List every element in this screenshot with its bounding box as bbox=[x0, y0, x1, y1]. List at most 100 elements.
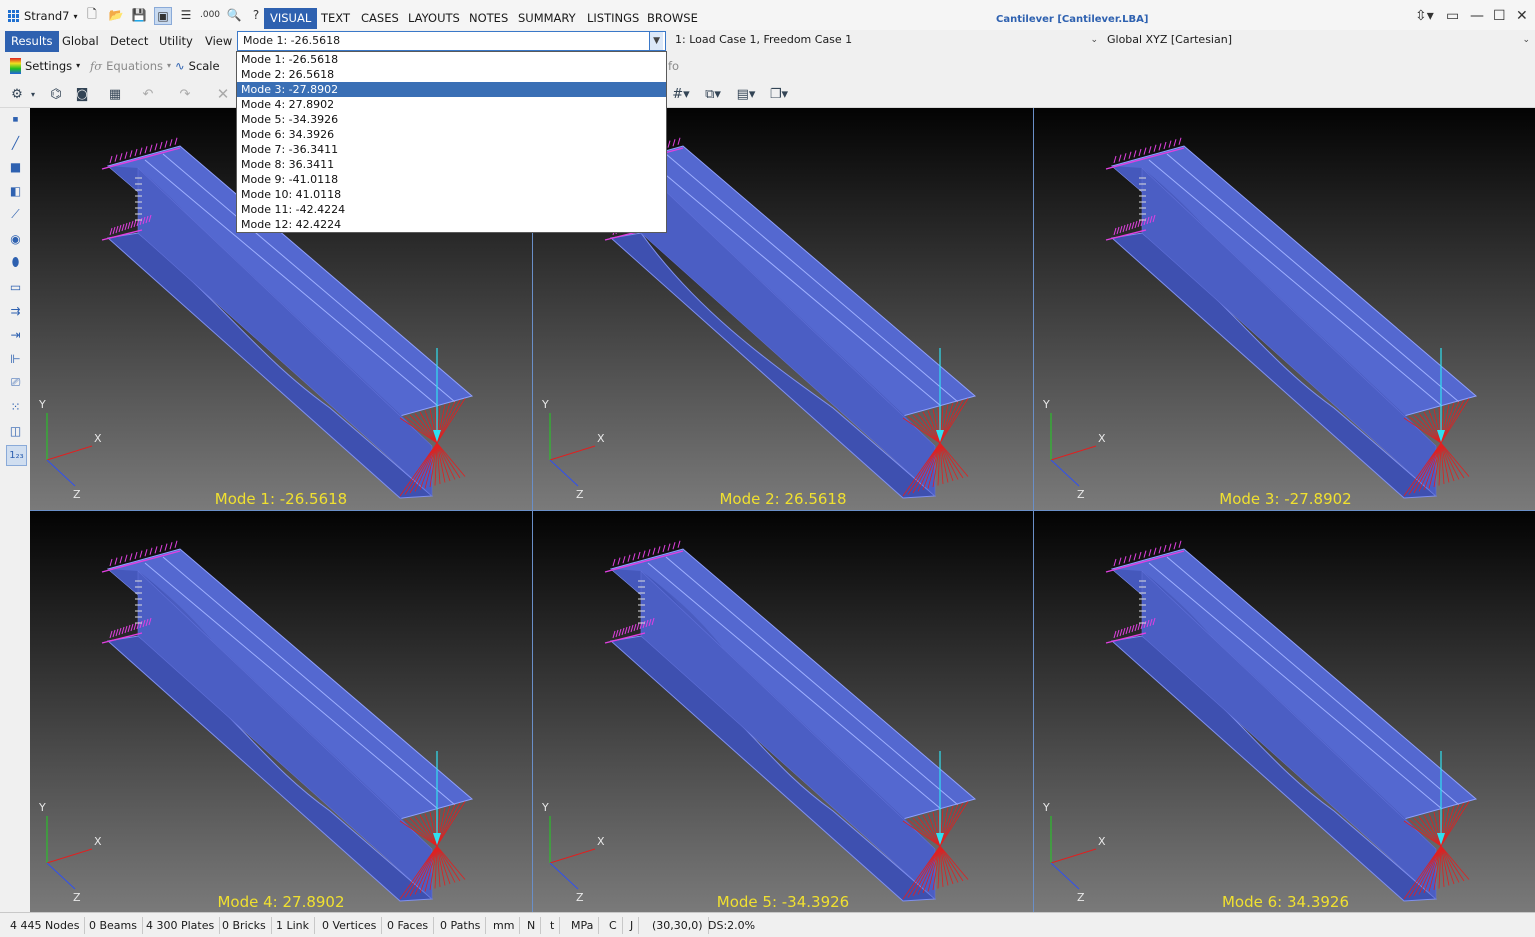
monitor-icon[interactable]: ⎚ bbox=[6, 373, 25, 392]
section-icon[interactable]: ⊩ bbox=[6, 349, 25, 368]
layout-menu-icon[interactable]: ⇳▾ bbox=[1415, 8, 1434, 24]
link-icon[interactable]: ⟋ bbox=[6, 205, 25, 224]
mode-option[interactable]: Mode 1: -26.5618 bbox=[237, 52, 666, 67]
menu-bar: Results Global Detect Utility View Mode … bbox=[0, 30, 1535, 52]
beam-icon[interactable]: ╱ bbox=[6, 133, 25, 152]
vertex-icon[interactable]: ◉ bbox=[6, 229, 25, 248]
tab-visual[interactable]: VISUAL bbox=[264, 8, 318, 29]
load-path-icon[interactable]: ⇉ bbox=[6, 301, 25, 320]
preview-icon[interactable]: 🔍 bbox=[226, 7, 242, 23]
menu-results[interactable]: Results bbox=[5, 31, 59, 52]
strand7-logo-icon bbox=[8, 10, 20, 22]
settings-label: Settings bbox=[25, 59, 73, 73]
mode-option[interactable]: Mode 8: 36.3411 bbox=[237, 157, 666, 172]
path-icon[interactable]: ▭ bbox=[6, 277, 25, 296]
mode-option[interactable]: Mode 10: 41.0118 bbox=[237, 187, 666, 202]
tab-summary[interactable]: SUMMARY bbox=[512, 8, 582, 29]
status-temperature-unit[interactable]: C bbox=[604, 917, 623, 934]
node-icon[interactable]: ■ bbox=[6, 110, 25, 129]
delete-icon[interactable]: ✕ bbox=[214, 85, 232, 103]
mode-dropdown-list[interactable]: Mode 1: -26.5618 Mode 2: 26.5618 Mode 3: -… bbox=[236, 51, 667, 233]
binoculars-icon[interactable]: ⌬ bbox=[47, 85, 65, 103]
table-view-icon[interactable]: ▤▾ bbox=[737, 85, 756, 103]
mode-option[interactable]: Mode 9: -41.0118 bbox=[237, 172, 666, 187]
mode-option[interactable]: Mode 6: 34.3926 bbox=[237, 127, 666, 142]
mode-option[interactable]: Mode 12: 42.4224 bbox=[237, 217, 666, 232]
close-icon[interactable]: ✕ bbox=[1516, 8, 1528, 24]
redo-icon[interactable]: ↷ bbox=[176, 85, 194, 103]
app-name: Strand7 bbox=[24, 9, 70, 23]
numbering-icon[interactable]: 1₂₃ bbox=[6, 445, 27, 466]
dots-icon[interactable]: ⁙ bbox=[6, 397, 25, 416]
panel-icon[interactable]: ◫ bbox=[6, 421, 25, 440]
menu-utility[interactable]: Utility bbox=[153, 31, 199, 52]
tab-listings[interactable]: LISTINGS bbox=[581, 8, 645, 29]
mode-option[interactable]: Mode 7: -36.3411 bbox=[237, 142, 666, 157]
mode-view-panel[interactable]: Y X Z Mode 3: -27.8902 bbox=[1034, 108, 1535, 510]
contour-palette-icon bbox=[10, 58, 21, 74]
tab-text[interactable]: TEXT bbox=[315, 8, 356, 29]
mode-option[interactable]: Mode 11: -42.4224 bbox=[237, 202, 666, 217]
chevron-down-icon: ▾ bbox=[73, 11, 78, 21]
mode-label: Mode 6: 34.3926 bbox=[1221, 893, 1350, 911]
maximize-icon[interactable]: ☐ bbox=[1493, 8, 1506, 24]
coordinate-system-select[interactable]: Global XYZ [Cartesian] ⌄ bbox=[1102, 31, 1532, 51]
menu-view[interactable]: View bbox=[199, 31, 238, 52]
menu-detect[interactable]: Detect bbox=[104, 31, 154, 52]
axis-x-label: X bbox=[94, 432, 102, 445]
scale-button[interactable]: ∿ Scale bbox=[175, 57, 220, 75]
status-force-unit[interactable]: N bbox=[522, 917, 542, 934]
panel-divider[interactable] bbox=[30, 510, 1535, 511]
status-stress-unit[interactable]: MPa bbox=[566, 917, 600, 934]
open-folder-icon[interactable]: 📂 bbox=[108, 7, 124, 23]
entity-display-icon[interactable]: ▦ bbox=[106, 85, 124, 103]
equations-button[interactable]: fσ Equations ▾ bbox=[90, 57, 171, 75]
save-icon[interactable]: 💾 bbox=[131, 7, 147, 23]
plate-icon[interactable]: ■ bbox=[6, 157, 25, 176]
mode-view-panel[interactable]: Y X Z Mode 5: -34.3926 bbox=[533, 511, 1033, 913]
function-icon: fσ bbox=[90, 59, 103, 73]
chevron-down-icon[interactable]: ▾ bbox=[24, 85, 42, 103]
axis-y-label: Y bbox=[542, 398, 549, 411]
face-icon[interactable]: ⬮ bbox=[6, 253, 25, 272]
mode-view-panel[interactable]: Y X Z Mode 6: 34.3926 bbox=[1034, 511, 1535, 913]
menu-global[interactable]: Global bbox=[56, 31, 105, 52]
mode-option[interactable]: Mode 5: -34.3926 bbox=[237, 112, 666, 127]
mode-option[interactable]: Mode 3: -27.8902 bbox=[237, 82, 666, 97]
mode-label: Mode 4: 27.8902 bbox=[217, 893, 345, 911]
copy-entities-icon[interactable]: ⧉▾ bbox=[704, 85, 722, 103]
mode-select[interactable]: Mode 1: -26.5618 ▼ bbox=[237, 31, 666, 51]
tab-cases[interactable]: CASES bbox=[355, 8, 405, 29]
camera-icon[interactable]: ◙ bbox=[73, 85, 91, 103]
mode-option[interactable]: Mode 2: 26.5618 bbox=[237, 67, 666, 82]
window-minimize-icon[interactable]: — bbox=[1470, 8, 1484, 24]
tab-layouts[interactable]: LAYOUTS bbox=[402, 8, 466, 29]
brick-icon[interactable]: ◧ bbox=[6, 181, 25, 200]
minimize-icon[interactable]: ▭ bbox=[1446, 8, 1459, 24]
mode-label: Mode 1: -26.5618 bbox=[214, 490, 348, 508]
chevron-down-icon[interactable]: ▼ bbox=[649, 32, 663, 50]
tab-browse[interactable]: BROWSE bbox=[641, 8, 704, 29]
case-select[interactable]: 1: Load Case 1, Freedom Case 1 ⌄ bbox=[670, 31, 1100, 51]
settings-button[interactable]: Settings ▾ bbox=[10, 57, 80, 75]
undo-icon[interactable]: ↶ bbox=[139, 85, 157, 103]
notes-icon[interactable]: ☰ bbox=[178, 7, 194, 23]
tab-notes[interactable]: NOTES bbox=[463, 8, 514, 29]
move-icon[interactable]: ⇥ bbox=[6, 325, 25, 344]
status-mass-unit[interactable]: t bbox=[545, 917, 561, 934]
help-icon[interactable]: ? bbox=[248, 7, 264, 23]
app-menu-button[interactable]: Strand7 ▾ bbox=[8, 8, 78, 24]
status-energy-unit[interactable]: J bbox=[625, 917, 640, 934]
axis-y-label: Y bbox=[542, 801, 549, 814]
mode-option[interactable]: Mode 4: 27.8902 bbox=[237, 97, 666, 112]
solver-icon[interactable]: ▣ bbox=[154, 7, 172, 25]
chevron-down-icon[interactable]: ⌄ bbox=[1090, 31, 1098, 49]
windows-stack-icon[interactable]: ❐▾ bbox=[770, 85, 788, 103]
mode-view-panel[interactable]: Y X Z Mode 4: 27.8902 bbox=[30, 511, 532, 913]
chevron-down-icon[interactable]: ⌄ bbox=[1522, 31, 1530, 49]
numbers-icon[interactable]: .000 bbox=[200, 7, 220, 23]
status-length-unit[interactable]: mm bbox=[488, 917, 521, 934]
new-file-icon[interactable]: 🗋 bbox=[84, 7, 100, 23]
grid-hash-icon[interactable]: #▾ bbox=[672, 85, 690, 103]
status-paths: 0 Paths bbox=[435, 917, 487, 934]
